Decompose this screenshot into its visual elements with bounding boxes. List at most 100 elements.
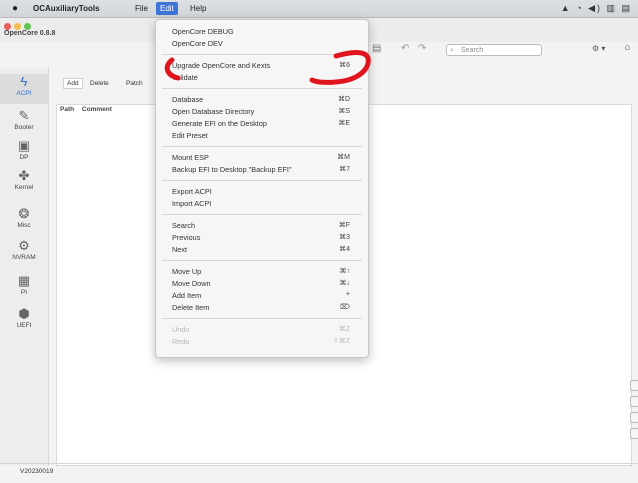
bolt-icon: ϟ [20, 74, 28, 89]
menu-item-label: Move Down [172, 279, 211, 288]
menu-item-label: Open Database Directory [172, 107, 255, 116]
kernel-icon: ✤ [18, 168, 30, 183]
menu-item-move-up[interactable]: Move Up ⌘↑ [172, 267, 350, 277]
sidebar-item-pi[interactable]: ▦ PI [0, 273, 48, 296]
shortcut: ⌘E [338, 120, 350, 127]
uefi-icon: ⬢ [18, 306, 30, 321]
menu-item-label: Next [172, 245, 188, 254]
menu-separator [162, 214, 362, 215]
sidebar-label: UEFI [16, 322, 32, 329]
menu-item-label: Undo [172, 325, 190, 334]
sidebar-label: DP [19, 154, 29, 161]
side-button[interactable] [630, 380, 638, 391]
menu-item-database[interactable]: Database ⌘D [172, 95, 350, 105]
column-path[interactable]: Path [60, 106, 74, 113]
menu-item-move-down[interactable]: Move Down ⌘↓ [172, 279, 350, 289]
redo-icon[interactable]: ↷ [418, 43, 426, 54]
window-title: OpenCore 0.8.8 [4, 30, 56, 37]
shortcut: ⌘M [337, 154, 350, 161]
sidebar-item-kernel[interactable]: ✤ Kernel [0, 168, 48, 191]
shortcut: ⇧⌘Z [332, 338, 350, 345]
shortcut: ⌦ [340, 304, 350, 311]
menu-edit[interactable]: Edit [156, 2, 178, 15]
shortcut: ⌘↑ [339, 268, 351, 275]
menu-item-generate-efi[interactable]: Generate EFI on the Desktop ⌘E [172, 119, 350, 129]
menu-item-edit-preset[interactable]: Edit Preset [172, 131, 350, 141]
shortcut: ⌘↓ [339, 280, 351, 287]
shortcut: ⌘3 [339, 234, 350, 241]
shortcut: ⌘4 [339, 246, 350, 253]
shortcut: ⌘7 [339, 166, 350, 173]
menu-item-label: OpenCore DEV [172, 39, 223, 48]
side-button[interactable] [630, 396, 638, 407]
shortcut: + [345, 291, 350, 298]
menu-separator [162, 260, 362, 261]
zoom-window-button[interactable] [24, 23, 31, 30]
misc-icon: ❂ [18, 206, 30, 221]
sidebar-item-nvram[interactable]: ⚙ NVRAM [0, 238, 48, 261]
side-button[interactable] [630, 428, 638, 439]
menu-item-label: Upgrade OpenCore and Kexts [172, 61, 271, 70]
tray-icons[interactable]: ▲ ◔ ◀) ▥ ▤ [561, 3, 632, 14]
column-comment[interactable]: Comment [82, 106, 112, 113]
database-icon[interactable]: ▤ [372, 43, 381, 54]
close-window-button[interactable] [4, 23, 11, 30]
tab-patch[interactable]: Patch [126, 80, 143, 87]
minimize-window-button[interactable] [14, 23, 21, 30]
menu-item-label: Generate EFI on the Desktop [172, 119, 267, 128]
sidebar-item-booter[interactable]: ✎ Booter [0, 108, 48, 131]
menu-item-label: Export ACPI [172, 187, 212, 196]
sidebar-label: ACPI [16, 90, 32, 97]
menu-item-backup-efi[interactable]: Backup EFI to Desktop "Backup EFI" ⌘7 [172, 165, 350, 175]
side-buttons [629, 380, 638, 450]
menu-separator [162, 54, 362, 55]
tab-add[interactable]: Add [63, 78, 83, 89]
menu-item-label: Mount ESP [172, 153, 209, 162]
menu-separator [162, 146, 362, 147]
menu-item-delete-item[interactable]: Delete Item ⌦ [172, 303, 350, 313]
menu-item-mount-esp[interactable]: Mount ESP ⌘M [172, 153, 350, 163]
apple-icon[interactable]: ● [12, 3, 18, 14]
menu-item-validate[interactable]: Validate [172, 73, 350, 83]
sidebar-label: Kernel [14, 184, 34, 191]
menu-item-label: Previous [172, 233, 201, 242]
menu-item-add-item[interactable]: Add Item + [172, 291, 350, 301]
search-toggle-icon[interactable]: ○ [624, 42, 631, 54]
shortcut: ⌘D [337, 96, 350, 103]
menu-bar: ● OCAuxiliaryTools File Edit Help ▲ ◔ ◀)… [0, 0, 638, 18]
menu-file[interactable]: File [135, 4, 148, 13]
menu-item-label: Database [172, 95, 204, 104]
sidebar-item-misc[interactable]: ❂ Misc [0, 206, 48, 229]
menu-item-export-acpi[interactable]: Export ACPI [172, 187, 350, 197]
shortcut: ⌘6 [339, 62, 350, 69]
menu-item-previous[interactable]: Previous ⌘3 [172, 233, 350, 243]
menu-item-search[interactable]: Search ⌘F [172, 221, 350, 231]
side-button[interactable] [630, 412, 638, 423]
menu-item-label: Delete Item [172, 303, 210, 312]
status-divider [0, 463, 638, 464]
menu-item-opencore-debug[interactable]: OpenCore DEBUG [172, 27, 350, 37]
tab-delete[interactable]: Delete [90, 80, 109, 87]
sidebar-label: PI [20, 289, 28, 296]
menu-help[interactable]: Help [190, 4, 206, 13]
app-menu[interactable]: OCAuxiliaryTools [33, 4, 100, 13]
sidebar-label: Booter [14, 124, 34, 131]
menu-item-next[interactable]: Next ⌘4 [172, 245, 350, 255]
search-input[interactable]: ⌕ Search [446, 44, 542, 56]
gear-icon[interactable]: ⚙ ▾ [592, 44, 605, 53]
sidebar-item-dp[interactable]: ▣ DP [0, 138, 48, 161]
menu-item-redo: Redo ⇧⌘Z [172, 337, 350, 347]
sidebar-item-uefi[interactable]: ⬢ UEFI [0, 306, 48, 329]
menu-item-label: OpenCore DEBUG [172, 27, 234, 36]
sidebar-label: Misc [17, 222, 31, 229]
menu-item-import-acpi[interactable]: Import ACPI [172, 199, 350, 209]
nvram-icon: ⚙ [18, 238, 30, 253]
column-headers: Path Comment [60, 106, 118, 113]
menu-item-opencore-dev[interactable]: OpenCore DEV [172, 39, 350, 49]
menu-item-label: Backup EFI to Desktop "Backup EFI" [172, 165, 292, 174]
menu-item-open-database-directory[interactable]: Open Database Directory ⌘S [172, 107, 350, 117]
sidebar-item-acpi[interactable]: ϟ ACPI [0, 74, 48, 104]
undo-icon[interactable]: ↶ [401, 43, 409, 54]
menu-item-upgrade[interactable]: Upgrade OpenCore and Kexts ⌘6 [172, 61, 350, 71]
sidebar-label: NVRAM [12, 254, 36, 261]
